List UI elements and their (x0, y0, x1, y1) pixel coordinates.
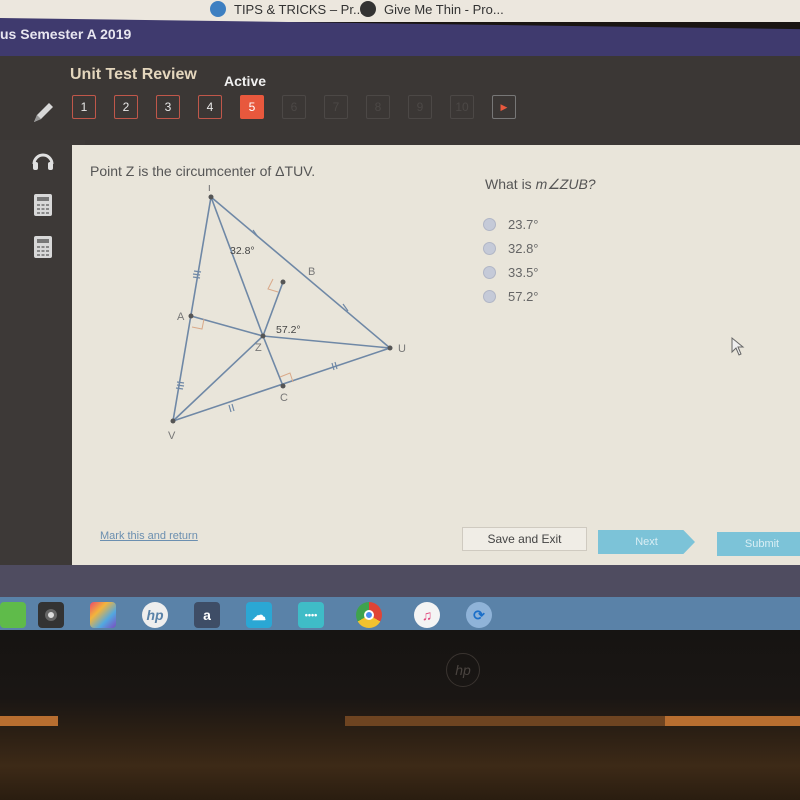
mouse-cursor-icon (730, 336, 746, 363)
question-10-button[interactable]: 10 (450, 95, 474, 119)
next-questions-arrow[interactable]: ▶ (492, 95, 516, 119)
amazon-icon[interactable]: a (194, 602, 220, 628)
radio-button[interactable] (483, 289, 496, 303)
next-button[interactable]: Next (598, 530, 695, 554)
course-title: us Semester A 2019 (0, 26, 132, 42)
point-B (280, 279, 286, 285)
point-C (280, 383, 286, 389)
question-7-button[interactable]: 7 (324, 95, 348, 119)
label-C: C (280, 392, 288, 404)
segment-TZ (210, 196, 264, 337)
point-A (188, 313, 194, 319)
question-text: What is m∠ZUB? (485, 176, 596, 192)
activity-title: Unit Test Review (70, 66, 197, 83)
save-and-exit-button[interactable]: Save and Exit (462, 527, 587, 551)
activity-status: Active (224, 73, 267, 89)
question-2-button[interactable]: 2 (114, 95, 138, 119)
label-A: A (177, 311, 185, 323)
label-V: V (168, 430, 176, 442)
label-T: T (206, 185, 213, 194)
tick-AV (176, 381, 185, 384)
point-Z (260, 333, 266, 339)
calculator-icon[interactable] (28, 190, 58, 220)
point-U (387, 345, 393, 351)
segment-ZC (262, 335, 284, 387)
wordpress-icon (210, 1, 226, 17)
hp-icon[interactable]: hp (142, 602, 168, 628)
network-icon[interactable]: •••• (298, 602, 324, 628)
keyboard-reflection (665, 716, 800, 726)
point-V (170, 418, 176, 424)
point-T (208, 194, 214, 200)
webcam-icon[interactable] (38, 602, 64, 628)
answer-options: 23.7° 32.8° 33.5° 57.2° (483, 212, 539, 308)
mark-and-return-link[interactable]: Mark this and return (100, 530, 198, 542)
onedrive-icon[interactable]: ☁ (246, 602, 272, 628)
question-9-button[interactable]: 9 (408, 95, 432, 119)
app-icon[interactable] (0, 602, 26, 628)
pencil-icon[interactable] (28, 98, 58, 128)
itunes-icon[interactable]: ♫ (414, 602, 440, 628)
radio-button[interactable] (483, 241, 496, 255)
segment-ZV (172, 335, 264, 422)
question-1-button[interactable]: 1 (72, 95, 96, 119)
angle-label-Z: 57.2° (276, 324, 301, 336)
keyboard-reflection (345, 716, 665, 726)
angle-label-T: 32.8° (230, 245, 255, 257)
sync-icon[interactable]: ⟳ (466, 602, 492, 628)
question-navigator: 1 2 3 4 5 6 7 8 9 10 ▶ (72, 95, 516, 119)
bookmark-give-me-thin[interactable]: Give Me Thin - Pro... (360, 1, 504, 17)
answer-option[interactable]: 57.2° (483, 284, 539, 308)
tick-TA (193, 270, 202, 273)
segment-TV (172, 196, 212, 422)
label-B: B (308, 266, 315, 278)
games-icon[interactable] (90, 602, 116, 628)
problem-prompt: Point Z is the circumcenter of ΔTUV. (90, 163, 316, 179)
bookmark-tips-tricks[interactable]: TIPS & TRICKS – Pr... (210, 1, 364, 17)
hp-logo-icon: hp (446, 653, 480, 687)
segment-AZ (190, 315, 264, 337)
submit-button[interactable]: Submit (717, 532, 800, 556)
tick-VC (228, 404, 232, 413)
headphones-icon[interactable] (28, 146, 58, 176)
screen-bottom-area (0, 565, 800, 597)
radio-button[interactable] (483, 265, 496, 279)
calculator-icon[interactable] (28, 232, 58, 262)
right-angle-A (191, 318, 205, 330)
laptop-bezel (0, 630, 800, 800)
answer-option[interactable]: 33.5° (483, 260, 539, 284)
chrome-icon[interactable] (356, 602, 382, 628)
question-8-button[interactable]: 8 (366, 95, 390, 119)
taskbar (0, 597, 800, 633)
segment-ZU (262, 335, 391, 349)
answer-option[interactable]: 23.7° (483, 212, 539, 236)
keyboard-reflection (0, 716, 58, 726)
laptop-screen: TIPS & TRICKS – Pr... Give Me Thin - Pro… (0, 0, 800, 660)
question-6-button[interactable]: 6 (282, 95, 306, 119)
label-U: U (398, 343, 406, 355)
globe-icon (360, 1, 376, 17)
answer-option[interactable]: 32.8° (483, 236, 539, 260)
triangle-diagram: T U V A B C Z 32.8° 57.2° (168, 185, 406, 442)
question-3-button[interactable]: 3 (156, 95, 180, 119)
right-angle-B (267, 278, 279, 293)
question-5-button[interactable]: 5 (240, 95, 264, 119)
radio-button[interactable] (483, 217, 496, 231)
question-4-button[interactable]: 4 (198, 95, 222, 119)
label-Z: Z (255, 342, 262, 354)
